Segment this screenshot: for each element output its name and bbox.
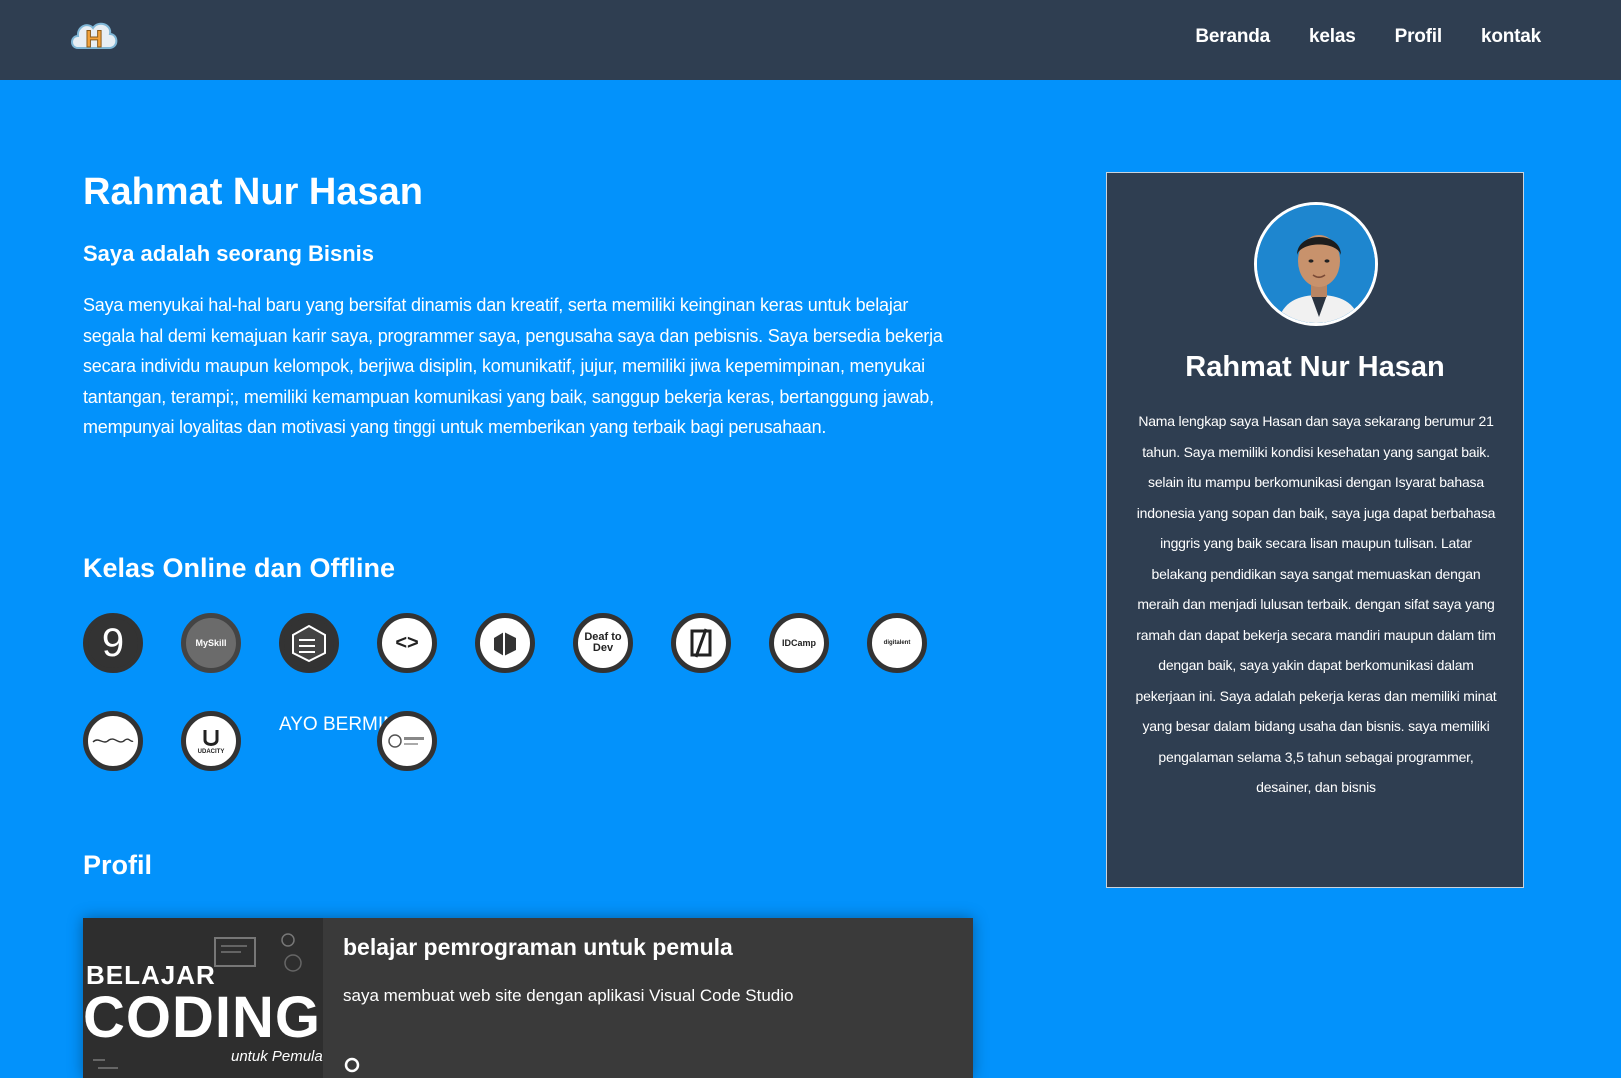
card-title[interactable]: belajar pemrograman untuk pemula: [343, 934, 733, 961]
udacity-logo-icon[interactable]: UDACITY: [181, 711, 241, 771]
nav-kontak[interactable]: kontak: [1481, 26, 1541, 48]
cube-logo-icon[interactable]: [279, 613, 339, 673]
nav-kelas[interactable]: kelas: [1309, 26, 1356, 48]
nav-profil[interactable]: Profil: [1395, 26, 1443, 48]
logo-letter: H: [85, 26, 102, 53]
skill-academy-logo-icon[interactable]: 9: [83, 613, 143, 673]
card-thumbnail: BELAJAR CODING untuk Pemula: [83, 918, 323, 1078]
nav-beranda[interactable]: Beranda: [1195, 26, 1270, 48]
deaf-to-dev-logo-icon[interactable]: Deaf to Dev: [573, 613, 633, 673]
location-pin-icon: [343, 1056, 361, 1078]
hero-subtitle: Saya adalah seorang Bisnis: [83, 241, 375, 266]
thumb-line-3: untuk Pemula: [231, 1048, 323, 1065]
broken-image-icon: AYO BERMIMPI: [279, 714, 417, 735]
main-nav: Beranda kelas Profil kontak: [1195, 26, 1541, 48]
thumb-line-2: CODING: [83, 985, 321, 1050]
digitalent-logo-icon[interactable]: digitalent: [867, 613, 927, 673]
code-brackets-logo-icon[interactable]: <>: [377, 613, 437, 673]
logo-icon[interactable]: H: [68, 14, 120, 64]
about-name: Rahmat Nur Hasan: [1185, 351, 1445, 383]
script-logo-icon[interactable]: [83, 711, 143, 771]
classes-title: Kelas Online dan Offline: [83, 553, 396, 583]
blocks-logo-icon[interactable]: [475, 613, 535, 673]
bootcamp-logo-icon[interactable]: [377, 711, 437, 771]
hero-description: Saya menyukai hal-hal baru yang bersifat…: [83, 295, 943, 437]
about-card: Rahmat Nur Hasan Nama lengkap saya Hasan…: [1106, 172, 1524, 888]
udacity-label: UDACITY: [197, 749, 225, 755]
top-navbar: H Beranda kelas Profil kontak: [0, 0, 1621, 80]
square-slash-logo-icon[interactable]: [671, 613, 731, 673]
myskill-logo-icon[interactable]: MySkill: [181, 613, 241, 673]
about-bio: Nama lengkap saya Hasan dan saya sekaran…: [1135, 413, 1497, 795]
card-description: saya membuat web site dengan aplikasi Vi…: [343, 986, 794, 1005]
idcamp-logo-icon[interactable]: IDCamp: [769, 613, 829, 673]
hero-name: Rahmat Nur Hasan: [83, 171, 423, 213]
profile-avatar: [1254, 202, 1378, 326]
profile-title: Profil: [83, 850, 153, 880]
profile-card[interactable]: BELAJAR CODING untuk Pemula belajar pemr…: [83, 918, 973, 1078]
